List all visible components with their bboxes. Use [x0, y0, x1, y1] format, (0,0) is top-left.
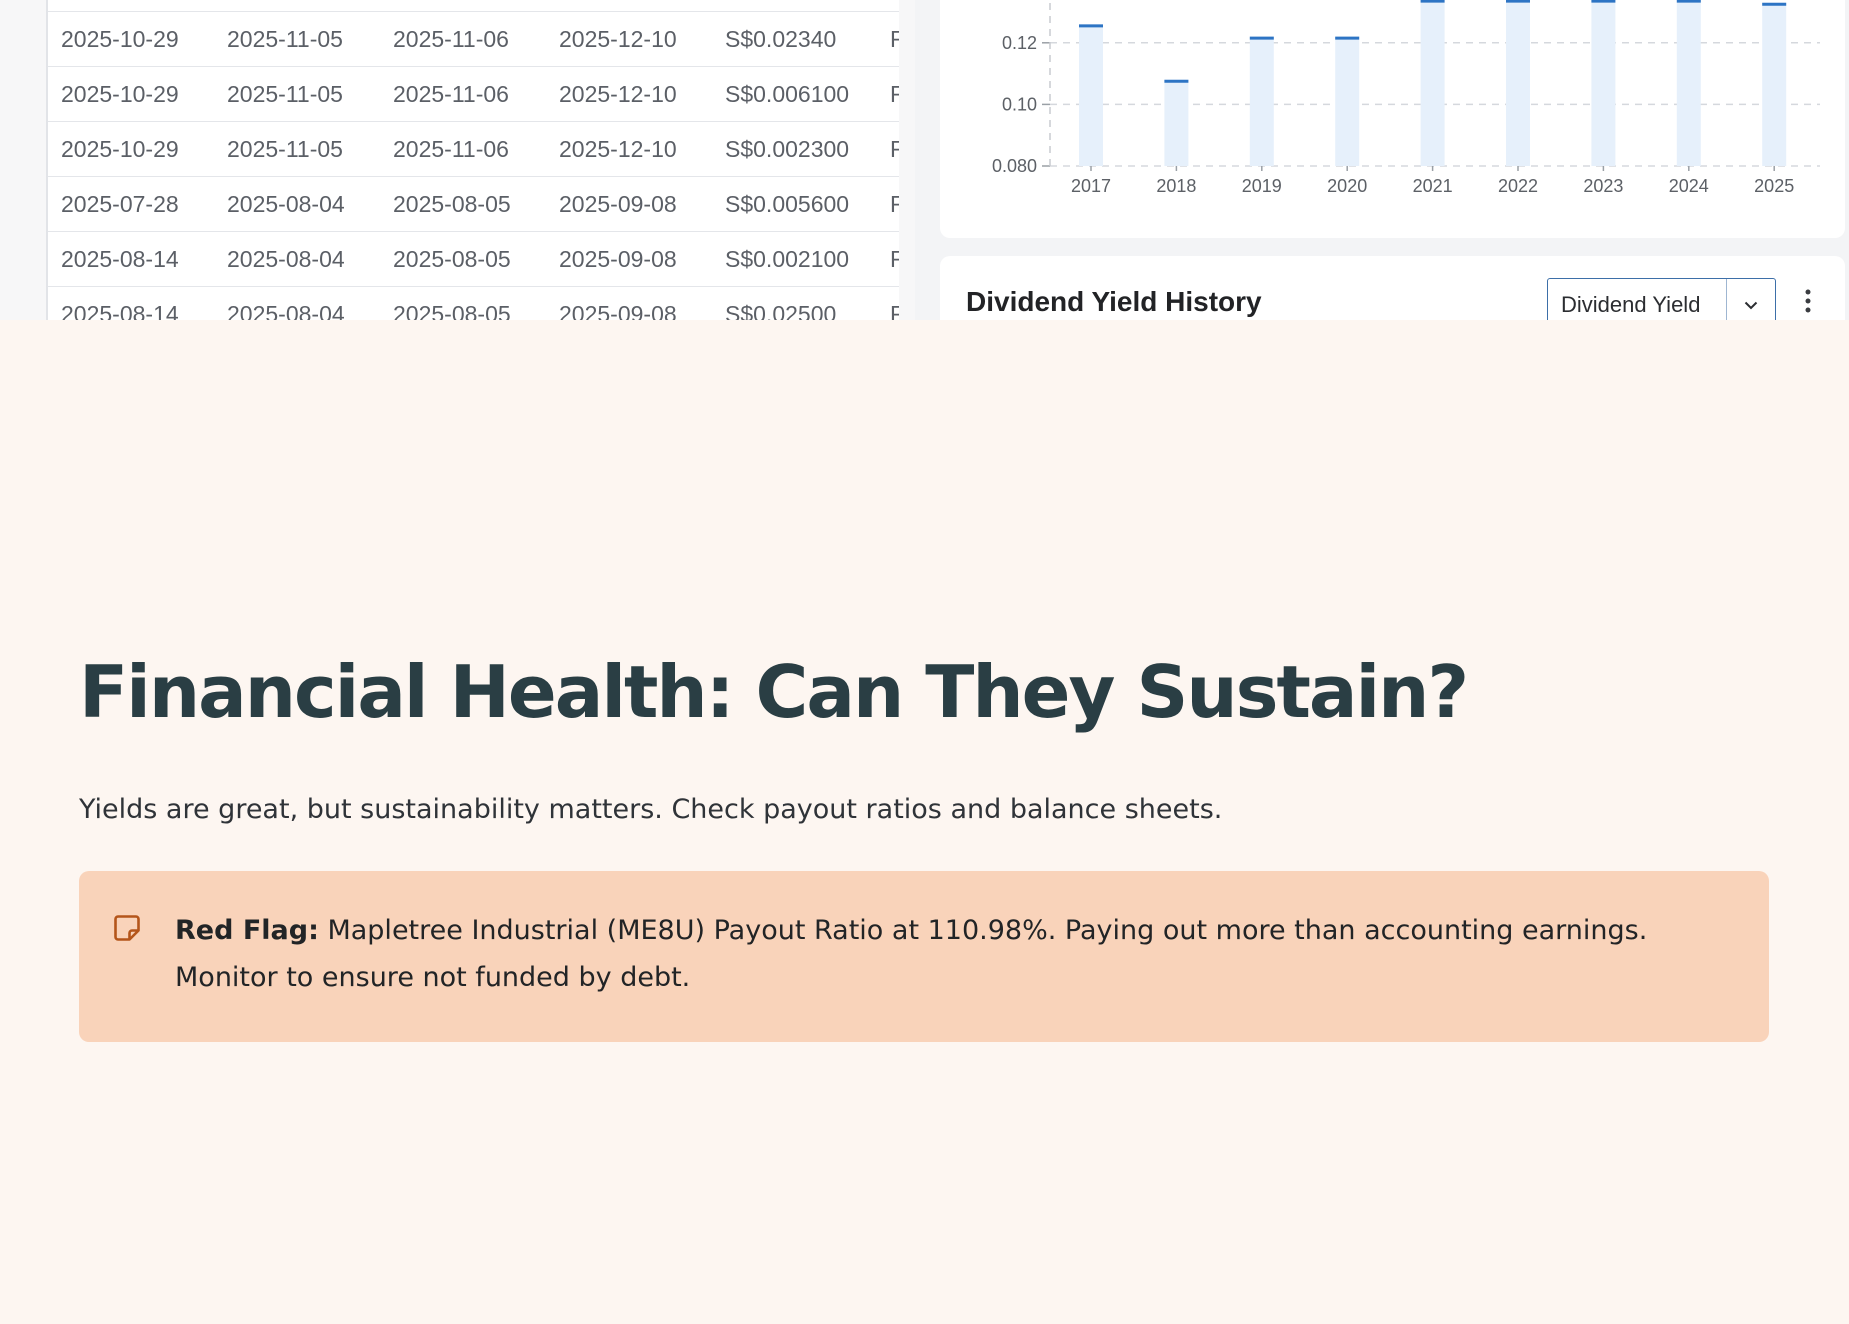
dividend-yield-panel: Dividend Yield History Dividend Yield [940, 256, 1845, 320]
bar [1676, 0, 1701, 167]
note-icon [114, 915, 140, 941]
table-cell: S$0.02500 [725, 301, 837, 320]
table-cell: 2025-07-28 [61, 191, 179, 217]
x-tick-label: 2024 [1669, 176, 1709, 196]
bar [1506, 0, 1530, 167]
dividend-chart-card: 0.080 0.10 0.12 2017 2018 2019 2020 2021 2022 202… [940, 0, 1845, 238]
x-tick-label: 2019 [1242, 176, 1282, 196]
dividend-bar-chart: 0.080 0.10 0.12 2017 2018 2019 2020 2021 2022 202… [992, 0, 1820, 196]
bar [1420, 0, 1445, 167]
table-cell: 2025-08-14 [61, 246, 179, 272]
table-cell: 2025-10-29 [61, 81, 179, 107]
bar [1079, 24, 1103, 166]
y-tick-label: 0.12 [1002, 33, 1037, 53]
bar [1591, 0, 1616, 167]
table-cell: 2025-11-05 [227, 26, 343, 52]
table-cell: 2025-11-05 [227, 136, 343, 162]
table-cell: 2025-10-29 [61, 26, 179, 52]
table-cell: 2025-09-08 [559, 191, 677, 217]
table-cell: 2025-08-04 [227, 301, 345, 320]
dividends-table: 2025-10-29 2025-11-05 2025-11-06 2025-12-10… [46, 0, 899, 320]
table-cell: S$0.005600 [725, 191, 850, 217]
table-cell: 2025-08-04 [227, 191, 345, 217]
x-tick-label: 2017 [1071, 176, 1111, 196]
callout-label: Red Flag: [175, 915, 319, 946]
table-cell: 2025-08-05 [393, 301, 511, 320]
x-tick-label: 2018 [1156, 176, 1196, 196]
x-tick-label: 2021 [1413, 176, 1453, 196]
section-lead: Yields are great, but sustainability mat… [79, 794, 1223, 825]
table-cell: 2025-10-29 [61, 136, 179, 162]
panel-title: Dividend Yield History [966, 286, 1262, 317]
y-tick-label: 0.080 [992, 156, 1037, 176]
table-row: 2025-10-29 2025-11-05 2025-11-06 2025-12-10… [48, 11, 899, 66]
bar [1249, 36, 1274, 166]
table-cell: 2025-09-08 [559, 246, 677, 272]
table-cell: 2025-11-05 [227, 81, 343, 107]
y-tick-label: 0.10 [1002, 94, 1037, 114]
table-cell: S$0.002100 [725, 246, 850, 272]
embedded-screenshot: 2025-10-29 2025-11-05 2025-11-06 2025-12-10… [0, 0, 1849, 320]
callout-body: Mapletree Industrial (ME8U) Payout Ratio… [175, 915, 1648, 993]
table-row: 2025-07-28 2025-08-04 2025-08-05 2025-09-08… [48, 176, 899, 231]
x-tick-label: 2020 [1327, 176, 1367, 196]
callout-text: Red Flag: Mapletree Industrial (ME8U) Pa… [175, 907, 1735, 1001]
table-cell: 2025-12-10 [559, 136, 677, 162]
dividends-table-panel: 2025-10-29 2025-11-05 2025-11-06 2025-12-10… [0, 0, 915, 320]
table-cell: 2025-08-05 [393, 191, 511, 217]
table-row: 2025-08-14 2025-08-04 2025-08-05 2025-09-08… [48, 286, 899, 320]
table-cell: 2025-12-10 [559, 81, 677, 107]
table-cell: F [890, 67, 899, 121]
select-value: Dividend Yield [1561, 292, 1701, 317]
table-cell: S$0.002300 [725, 136, 850, 162]
yield-type-select[interactable]: Dividend Yield [1547, 278, 1776, 320]
table-cell: 2025-12-10 [559, 26, 677, 52]
chevron-down-icon[interactable] [1727, 279, 1775, 320]
red-flag-callout: Red Flag: Mapletree Industrial (ME8U) Pa… [79, 871, 1769, 1042]
table-cell: 2025-08-04 [227, 246, 345, 272]
x-tick-label: 2022 [1498, 176, 1538, 196]
table-cell: 2025-11-06 [393, 136, 509, 162]
bar [1164, 79, 1189, 166]
table-cell: F [890, 232, 899, 286]
table-cell: S$0.02340 [725, 26, 837, 52]
table-cell: 2025-09-08 [559, 301, 677, 320]
table-row: 2025-08-14 2025-08-04 2025-08-05 2025-09-08… [48, 231, 899, 286]
table-cell: F [890, 177, 899, 231]
table-row: 2025-10-29 2025-11-05 2025-11-06 2025-12-10… [48, 121, 899, 176]
table-cell: F [890, 122, 899, 176]
table-cell: 2025-11-06 [393, 81, 509, 107]
section-heading: Financial Health: Can They Sustain? [79, 650, 1469, 734]
bar [1762, 2, 1787, 167]
bar [1335, 36, 1360, 166]
x-tick-label: 2025 [1754, 176, 1794, 196]
table-cell: F [890, 287, 899, 320]
table-row: 2025-10-29 2025-11-05 2025-11-06 2025-12-10… [48, 66, 899, 121]
more-vertical-icon[interactable] [1798, 284, 1818, 318]
table-cell: F [890, 12, 899, 66]
table-cell: 2025-11-06 [393, 26, 509, 52]
table-cell: 2025-08-05 [393, 246, 511, 272]
x-tick-label: 2023 [1583, 176, 1623, 196]
table-cell: 2025-08-14 [61, 301, 179, 320]
table-cell: S$0.006100 [725, 81, 850, 107]
